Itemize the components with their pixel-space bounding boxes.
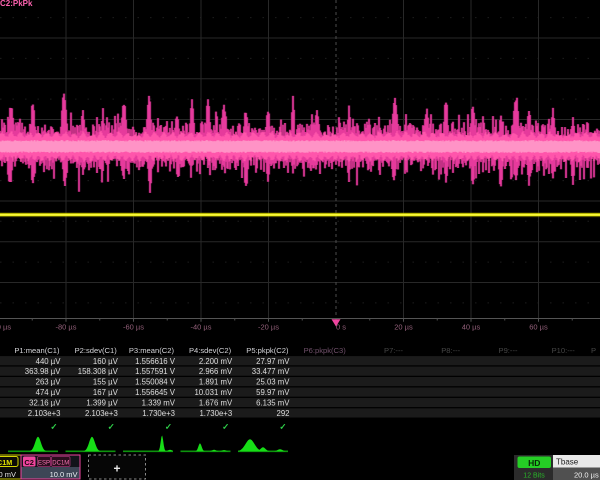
svg-text:1.339 mV: 1.339 mV xyxy=(142,399,176,408)
svg-text:-80 µs: -80 µs xyxy=(56,323,77,332)
svg-text:P6:pkpk(C3): P6:pkpk(C3) xyxy=(304,346,347,355)
svg-text:155 µV: 155 µV xyxy=(93,378,119,387)
svg-text:1.557591 V: 1.557591 V xyxy=(135,367,176,376)
svg-text:2.200 mV: 2.200 mV xyxy=(199,357,233,366)
svg-text:33.477 mV: 33.477 mV xyxy=(252,367,291,376)
svg-text:474 µV: 474 µV xyxy=(36,388,62,397)
svg-text:32.16 µV: 32.16 µV xyxy=(29,399,61,408)
svg-text:-20 µs: -20 µs xyxy=(258,323,279,332)
svg-text:440 µV: 440 µV xyxy=(36,357,62,366)
svg-text:DC1M: DC1M xyxy=(52,461,69,467)
svg-text:Tbase: Tbase xyxy=(556,458,579,467)
svg-text:363.98 µV: 363.98 µV xyxy=(25,367,62,376)
svg-text:1.891 mV: 1.891 mV xyxy=(199,378,233,387)
svg-text:2.103e+3: 2.103e+3 xyxy=(85,409,118,418)
svg-text:2.966 mV: 2.966 mV xyxy=(199,367,233,376)
svg-text:✓: ✓ xyxy=(222,422,229,432)
svg-text:C2: C2 xyxy=(24,458,34,467)
svg-text:P9:---: P9:--- xyxy=(499,346,518,355)
svg-text:1.730e+3: 1.730e+3 xyxy=(142,409,175,418)
svg-text:P10:---: P10:--- xyxy=(552,346,576,355)
svg-text:1.556616 V: 1.556616 V xyxy=(135,357,176,366)
svg-text:10.0 mV: 10.0 mV xyxy=(50,470,78,479)
svg-text:40 µs: 40 µs xyxy=(462,323,481,332)
svg-text:263 µV: 263 µV xyxy=(36,378,62,387)
svg-text:ESP: ESP xyxy=(38,461,50,467)
svg-text:59.97 mV: 59.97 mV xyxy=(256,388,290,397)
svg-text:✓: ✓ xyxy=(50,422,57,432)
svg-text:27.97 mV: 27.97 mV xyxy=(256,357,290,366)
svg-text:P8:---: P8:--- xyxy=(441,346,460,355)
svg-text:12 Bits: 12 Bits xyxy=(523,473,545,480)
svg-text:P3:mean(C2): P3:mean(C2) xyxy=(129,346,175,355)
svg-text:60 µs: 60 µs xyxy=(529,323,548,332)
svg-text:1.730e+3: 1.730e+3 xyxy=(199,409,232,418)
svg-text:20.0 µs: 20.0 µs xyxy=(574,470,599,479)
svg-text:P5:pkpk(C2): P5:pkpk(C2) xyxy=(246,346,289,355)
svg-text:P2:sdev(C1): P2:sdev(C1) xyxy=(75,346,118,355)
svg-text:-40 µs: -40 µs xyxy=(191,323,212,332)
svg-text:158.308 µV: 158.308 µV xyxy=(78,367,119,376)
svg-text:C2:PkPk: C2:PkPk xyxy=(0,0,33,8)
svg-text:0 s: 0 s xyxy=(336,323,346,332)
svg-text:-100 µs: -100 µs xyxy=(0,323,11,332)
svg-text:6.135 mV: 6.135 mV xyxy=(256,399,290,408)
svg-text:P1:mean(C1): P1:mean(C1) xyxy=(14,346,60,355)
svg-text:✓: ✓ xyxy=(279,422,286,432)
svg-text:-60 µs: -60 µs xyxy=(123,323,144,332)
svg-text:2.103e+3: 2.103e+3 xyxy=(28,409,61,418)
svg-text:HD: HD xyxy=(528,458,540,468)
svg-text:✓: ✓ xyxy=(108,422,115,432)
svg-text:1.676 mV: 1.676 mV xyxy=(199,399,233,408)
svg-text:P4:sdev(C2): P4:sdev(C2) xyxy=(189,346,232,355)
svg-text:160 µV: 160 µV xyxy=(93,357,119,366)
svg-text:20 µs: 20 µs xyxy=(394,323,413,332)
svg-text:+: + xyxy=(113,462,120,476)
svg-text:167 µV: 167 µV xyxy=(93,388,119,397)
svg-text:✓: ✓ xyxy=(165,422,172,432)
svg-text:1.550084 V: 1.550084 V xyxy=(135,378,176,387)
svg-text:DC1M: DC1M xyxy=(0,458,12,467)
svg-text:P7:---: P7:--- xyxy=(384,346,403,355)
svg-text:10.031 mV: 10.031 mV xyxy=(194,388,233,397)
svg-text:25.03 mV: 25.03 mV xyxy=(256,378,290,387)
svg-text:20.0 mV: 20.0 mV xyxy=(0,470,16,479)
svg-text:1.399 µV: 1.399 µV xyxy=(86,399,118,408)
svg-text:292: 292 xyxy=(276,409,289,418)
svg-text:P: P xyxy=(591,346,596,355)
svg-text:1.556645 V: 1.556645 V xyxy=(135,388,176,397)
